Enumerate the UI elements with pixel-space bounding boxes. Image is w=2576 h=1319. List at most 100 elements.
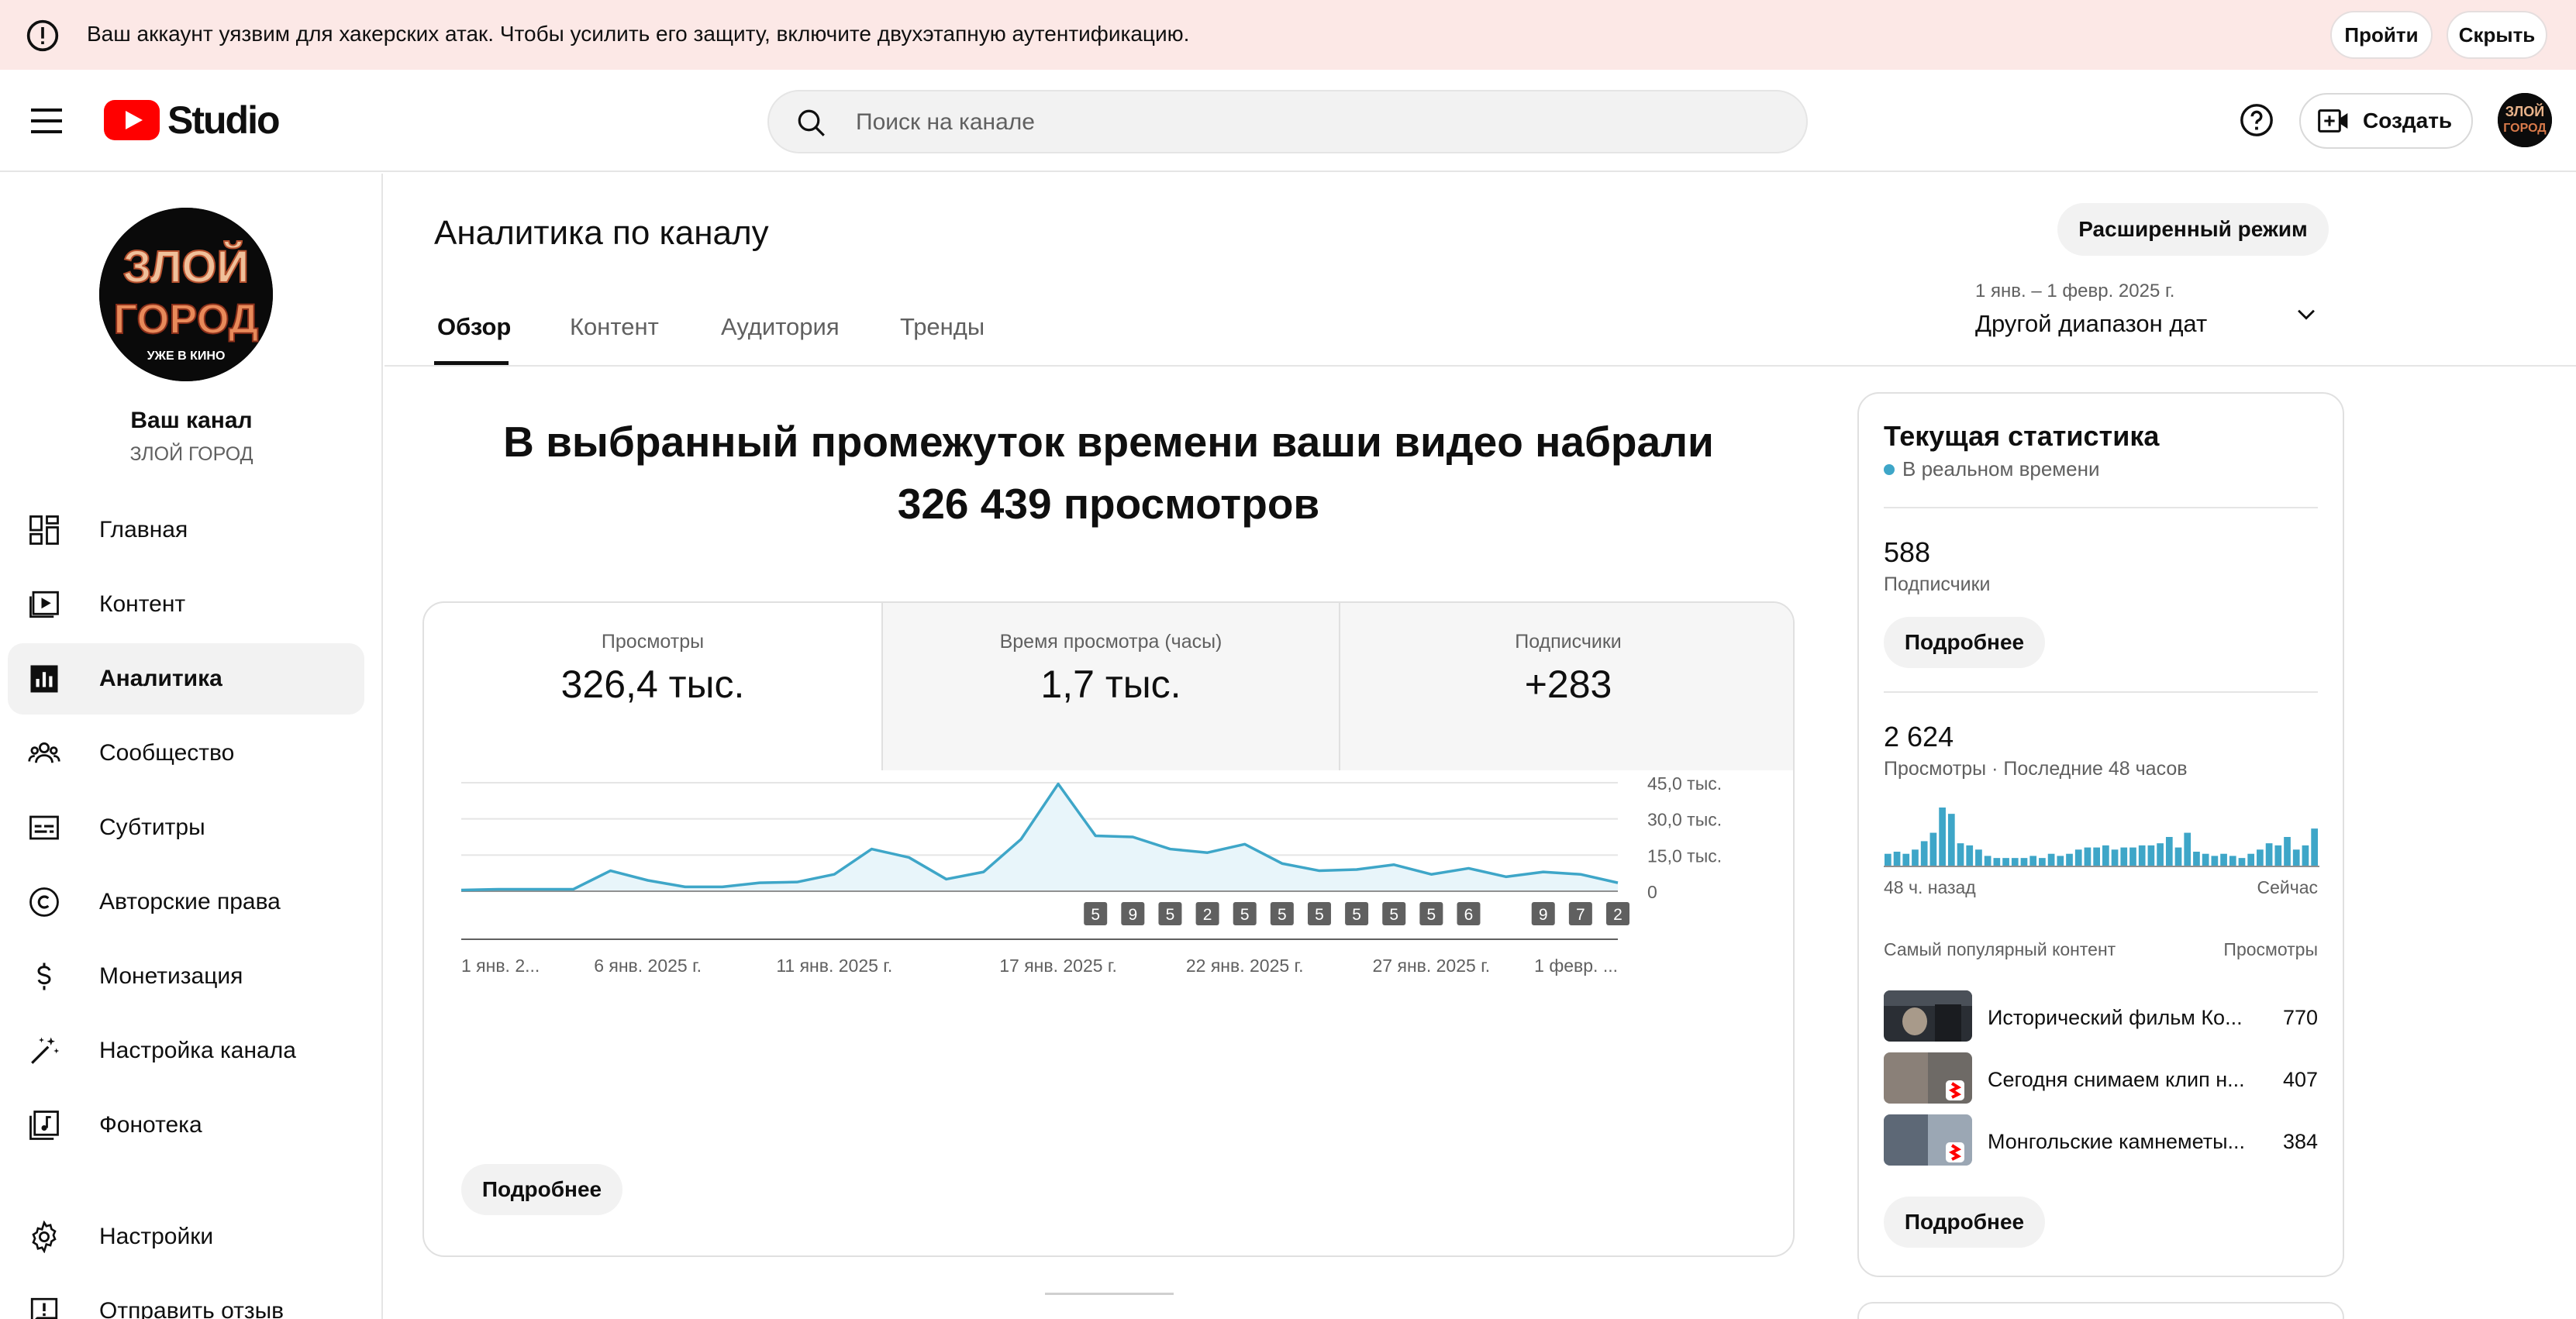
realtime-bar xyxy=(2074,849,2082,866)
add-video-icon xyxy=(2318,109,2348,133)
search-box[interactable] xyxy=(767,90,1808,153)
realtime-bar xyxy=(2229,856,2236,866)
top-content-item[interactable]: Исторический фильм Ко... 770 xyxy=(1884,990,2318,1045)
create-label: Создать xyxy=(2363,108,2453,133)
sidebar-item-copyright[interactable]: Авторские права xyxy=(8,866,364,938)
create-button[interactable]: Создать xyxy=(2299,93,2473,149)
realtime-bar xyxy=(2066,853,2073,866)
realtime-bar xyxy=(2111,849,2119,866)
metric-subscribers[interactable]: Подписчики +283 xyxy=(1340,603,1793,770)
bars-end-label: Сейчас xyxy=(2257,877,2318,897)
analytics-icon xyxy=(30,665,58,693)
go-button[interactable]: Пройти xyxy=(2330,11,2433,59)
community-icon xyxy=(28,742,60,763)
sidebar-item-analytics[interactable]: Аналитика xyxy=(8,643,364,715)
settings-icon xyxy=(32,1221,57,1253)
scroll-indicator xyxy=(1045,1293,1174,1295)
realtime-bar xyxy=(2257,849,2264,866)
realtime-bar xyxy=(2029,856,2037,866)
youtube-logo-icon xyxy=(104,100,160,140)
audio-library-icon xyxy=(29,1111,59,1140)
account-avatar-art: ЗЛОЙ ГОРОД xyxy=(2498,93,2552,147)
realtime-bar xyxy=(2039,858,2046,866)
next-panel-edge xyxy=(1857,1302,2344,1319)
hide-button[interactable]: Скрыть xyxy=(2447,11,2547,59)
realtime-bar xyxy=(2311,828,2318,866)
dashboard-icon xyxy=(29,515,59,545)
upload-marker-count: 5 xyxy=(1389,906,1398,924)
metric-value: 1,7 тыс. xyxy=(1040,663,1181,706)
help-icon[interactable] xyxy=(2239,102,2274,138)
sidebar-item-label: Главная xyxy=(99,517,188,542)
tab-content[interactable]: Контент xyxy=(570,313,659,341)
realtime-subscribers-label: Подписчики xyxy=(1884,573,1991,595)
analytics-more-button[interactable]: Подробнее xyxy=(461,1164,622,1215)
panel-divider xyxy=(1884,691,2318,693)
channel-avatar[interactable]: ЗЛОЙ ГОРОД УЖЕ В КИНО xyxy=(99,208,273,381)
views-headline: В выбранный промежуток времени ваши виде… xyxy=(434,411,1783,535)
metric-value: +283 xyxy=(1524,663,1612,706)
tab-audience[interactable]: Аудитория xyxy=(721,313,840,341)
metric-watch-time[interactable]: Время просмотра (часы) 1,7 тыс. xyxy=(883,603,1339,770)
sidebar-item-feedback[interactable]: Отправить отзыв xyxy=(8,1276,364,1319)
realtime-bar xyxy=(1920,841,1928,866)
headline-line1: В выбранный промежуток времени ваши виде… xyxy=(503,418,1714,466)
realtime-bar xyxy=(2129,847,2136,866)
top-content-item[interactable]: Сегодня снимаем клип н... 407 xyxy=(1884,1052,2318,1107)
realtime-bar xyxy=(2138,845,2146,866)
sidebar-item-content[interactable]: Контент xyxy=(8,569,364,640)
realtime-title: Текущая статистика xyxy=(1884,420,2160,452)
panel-divider xyxy=(1884,507,2318,508)
sidebar-item-subtitles[interactable]: Субтитры xyxy=(8,792,364,863)
x-tick-label: 1 февр. ... xyxy=(1534,956,1618,976)
alert-icon xyxy=(26,19,59,52)
tab-overview[interactable]: Обзор xyxy=(437,313,511,341)
sidebar-item-dashboard[interactable]: Главная xyxy=(8,494,364,566)
top-content-views: 770 xyxy=(2282,1006,2318,1029)
advanced-mode-button[interactable]: Расширенный режим xyxy=(2057,203,2329,256)
logo-text: Studio xyxy=(167,98,281,142)
metric-views[interactable]: Просмотры 326,4 тыс. xyxy=(424,603,881,770)
date-range-sub: 1 янв. – 1 февр. 2025 г. xyxy=(1975,281,2175,301)
account-avatar[interactable]: ЗЛОЙ ГОРОД xyxy=(2498,93,2552,147)
realtime-bar-chart xyxy=(1884,808,2319,867)
metric-value: 326,4 тыс. xyxy=(560,663,745,706)
chevron-down-icon[interactable] xyxy=(2293,301,2319,327)
top-content-views-header: Просмотры xyxy=(2223,939,2318,959)
sidebar-item-label: Контент xyxy=(99,591,186,617)
studio-logo[interactable]: Studio xyxy=(104,98,281,143)
channel-avatar-art: ЗЛОЙ ГОРОД УЖЕ В КИНО xyxy=(99,208,273,381)
sidebar-item-label: Настройка канала xyxy=(99,1038,296,1063)
top-content-more-button[interactable]: Подробнее xyxy=(1884,1197,2045,1248)
menu-icon[interactable] xyxy=(28,104,65,138)
realtime-bar xyxy=(2302,845,2309,866)
tab-trends[interactable]: Тренды xyxy=(900,313,985,341)
search-icon[interactable] xyxy=(795,107,828,139)
avatar-text-bottom: ГОРОД xyxy=(2503,122,2547,135)
sidebar-item-label: Сообщество xyxy=(99,740,235,766)
tabs-divider xyxy=(385,365,2576,367)
sidebar-item-community[interactable]: Сообщество xyxy=(8,718,364,789)
sidebar-item-audio-library[interactable]: Фонотека xyxy=(8,1090,364,1161)
subscribers-more-button[interactable]: Подробнее xyxy=(1884,617,2045,668)
upload-marker-count: 5 xyxy=(1278,906,1287,924)
sidebar-item-monetization[interactable]: Монетизация xyxy=(8,941,364,1012)
realtime-bar xyxy=(2238,858,2246,866)
realtime-bar xyxy=(2211,856,2219,866)
top-content-title: Исторический фильм Ко... xyxy=(1988,1006,2243,1029)
realtime-bar xyxy=(2292,849,2300,866)
customization-icon xyxy=(31,1037,60,1064)
sidebar-item-settings[interactable]: Настройки xyxy=(8,1201,364,1273)
views-chart: 45,0 тыс. 30,0 тыс. 15,0 тыс. 0 5 9 5 2 5 5 5 5 5 5 6 9… xyxy=(460,773,1722,976)
realtime-live-indicator: В реальном времени xyxy=(1884,457,2100,481)
top-content-header: Самый популярный контент xyxy=(1884,939,2116,959)
sidebar-item-label: Отправить отзыв xyxy=(99,1298,284,1319)
live-label: В реальном времени xyxy=(1902,457,2100,480)
sidebar-item-customization[interactable]: Настройка канала xyxy=(8,1015,364,1087)
upload-marker-count: 7 xyxy=(1576,906,1585,924)
search-input[interactable] xyxy=(856,105,1709,139)
x-tick-label: 27 янв. 2025 г. xyxy=(1373,956,1491,976)
top-content-item[interactable]: Монгольские камнеметы... 384 xyxy=(1884,1114,2318,1169)
realtime-bar xyxy=(2047,853,2055,866)
upload-marker-count: 5 xyxy=(1166,906,1175,924)
